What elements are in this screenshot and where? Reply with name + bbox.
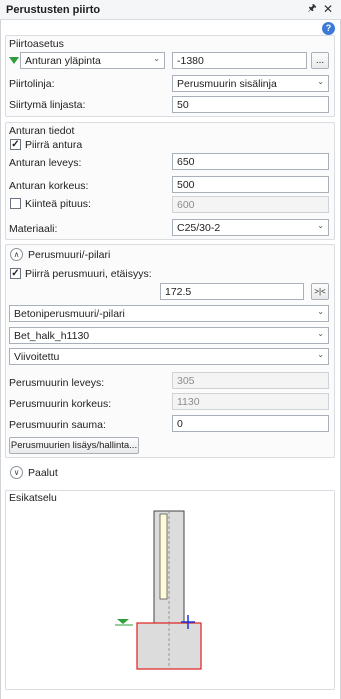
- title-bar: Perustusten piirto 🖈 ✕: [0, 0, 341, 20]
- kiintea-pituus-input[interactable]: 600: [172, 196, 329, 213]
- window-title: Perustusten piirto: [6, 4, 101, 16]
- perusmuuri-type-combo[interactable]: Betoniperusmuuri/-pilari ⌄: [9, 305, 329, 322]
- chevron-down-icon: ⌄: [317, 307, 324, 316]
- preview-canvas: [115, 510, 202, 670]
- pin-icon[interactable]: 🖈: [306, 3, 318, 15]
- chevron-down-icon[interactable]: ∨: [10, 466, 23, 479]
- reference-combo[interactable]: Anturan yläpinta ⌄: [20, 52, 165, 69]
- perusmuuri-hatch-combo[interactable]: Viivoitettu ⌄: [9, 348, 329, 365]
- close-icon[interactable]: ✕: [322, 3, 334, 15]
- draw-perusmuuri-checkbox[interactable]: ✓: [10, 268, 21, 279]
- perusmuuri-distance-input[interactable]: 172.5: [160, 283, 304, 300]
- siirtyma-label: Siirtymä linjasta:: [9, 99, 86, 111]
- antura-leveys-input[interactable]: 650: [172, 153, 329, 170]
- browse-button[interactable]: ...: [311, 52, 329, 69]
- chevron-down-icon: ⌄: [317, 350, 324, 359]
- chevron-down-icon: ⌄: [317, 221, 324, 230]
- help-icon[interactable]: ?: [322, 22, 335, 35]
- snap-button[interactable]: >|<: [311, 283, 329, 300]
- perusmuuri-sauma-label: Perusmuurin sauma:: [9, 419, 106, 431]
- preview-insulation: [159, 513, 168, 600]
- piirtolinja-label: Piirtolinja:: [9, 78, 55, 90]
- materiaali-label: Materiaali:: [9, 223, 58, 235]
- perusmuuri-leveys-label: Perusmuurin leveys:: [9, 377, 105, 389]
- antura-leveys-label: Anturan leveys:: [9, 157, 82, 169]
- piirtoasetus-title: Piirtoasetus: [9, 38, 64, 50]
- perusmuuri-leveys-input[interactable]: 305: [172, 372, 329, 389]
- chevron-down-icon: ⌄: [317, 329, 324, 338]
- antura-korkeus-input[interactable]: 500: [172, 176, 329, 193]
- chevron-up-icon[interactable]: ∧: [10, 248, 23, 261]
- reference-value-input[interactable]: -1380: [172, 52, 307, 69]
- kiintea-pituus-checkbox[interactable]: [10, 198, 21, 209]
- perusmuuri-manage-button[interactable]: Perusmuurien lisäys/hallinta...: [9, 437, 139, 454]
- green-triangle-icon: [9, 57, 19, 64]
- siirtyma-input[interactable]: 50: [172, 96, 329, 113]
- perusmuuri-title: Perusmuuri/-pilari: [28, 249, 111, 261]
- antura-title: Anturan tiedot: [9, 125, 75, 137]
- chevron-down-icon: ⌄: [153, 54, 160, 63]
- draw-perusmuuri-label: Piirrä perusmuuri, etäisyys:: [25, 268, 152, 280]
- draw-antura-label: Piirrä antura: [25, 139, 83, 151]
- perusmuuri-korkeus-label: Perusmuurin korkeus:: [9, 398, 112, 410]
- draw-antura-checkbox[interactable]: ✓: [10, 139, 21, 150]
- piirtolinja-combo[interactable]: Perusmuurin sisälinja ⌄: [172, 75, 329, 92]
- chevron-down-icon: ⌄: [317, 77, 324, 86]
- materiaali-combo[interactable]: C25/30-2 ⌄: [172, 219, 329, 236]
- kiintea-pituus-label: Kiinteä pituus:: [25, 198, 91, 210]
- paalut-title: Paalut: [28, 467, 58, 479]
- perusmuuri-profile-combo[interactable]: Bet_halk_h1130 ⌄: [9, 327, 329, 344]
- level-marker-icon: [117, 619, 129, 624]
- perusmuuri-sauma-input[interactable]: 0: [172, 415, 329, 432]
- antura-korkeus-label: Anturan korkeus:: [9, 180, 89, 192]
- perusmuuri-korkeus-input[interactable]: 1130: [172, 393, 329, 410]
